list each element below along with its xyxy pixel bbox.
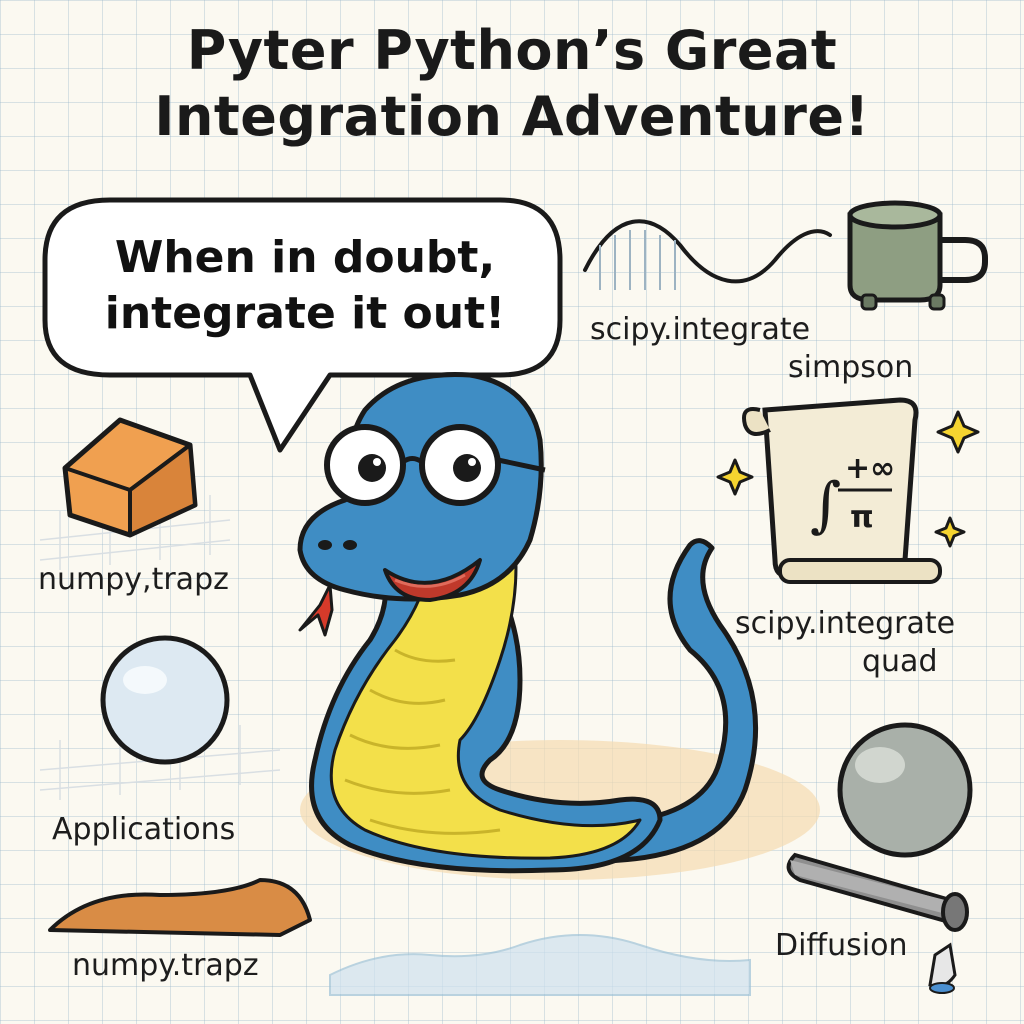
- speech-line-1: When in doubt,: [114, 232, 496, 283]
- scroll-icon: ∫ +∞ π: [742, 397, 942, 584]
- label-scipy-simpson-line2: simpson: [788, 350, 914, 385]
- speech-bubble-text: When in doubt, integrate it out!: [70, 230, 540, 342]
- sine-wave-icon: [583, 219, 832, 284]
- speech-line-2: integrate it out!: [104, 288, 506, 339]
- label-applications: Applications: [52, 812, 236, 847]
- label-numpy-trapz: numpy.trapz: [72, 948, 259, 983]
- label-scipy-quad-line2: quad: [862, 644, 938, 679]
- label-numpy-trapz-comma: numpy,trapz: [38, 562, 229, 597]
- illustration-canvas: ∫ +∞ π: [39, 197, 988, 996]
- cube-icon: [39, 417, 231, 570]
- wave-ticks: [599, 230, 676, 290]
- snake-tongue: [298, 583, 334, 637]
- formula-numerator: +∞: [845, 451, 895, 486]
- cylinder-icon: [786, 852, 969, 932]
- integral-sign: ∫: [810, 470, 841, 540]
- light-sphere-icon: [39, 635, 281, 800]
- formula-denominator: π: [850, 500, 874, 535]
- label-scipy-quad-line1: scipy.integrate: [735, 606, 956, 641]
- label-scipy-simpson-line1: scipy.integrate: [590, 312, 811, 347]
- gray-sphere-icon: [837, 722, 973, 858]
- terrain-icon: [48, 878, 312, 937]
- funnel-icon: [928, 942, 957, 994]
- label-diffusion: Diffusion: [775, 928, 908, 963]
- area-wave-icon: [329, 934, 751, 996]
- mug-icon: [847, 200, 988, 311]
